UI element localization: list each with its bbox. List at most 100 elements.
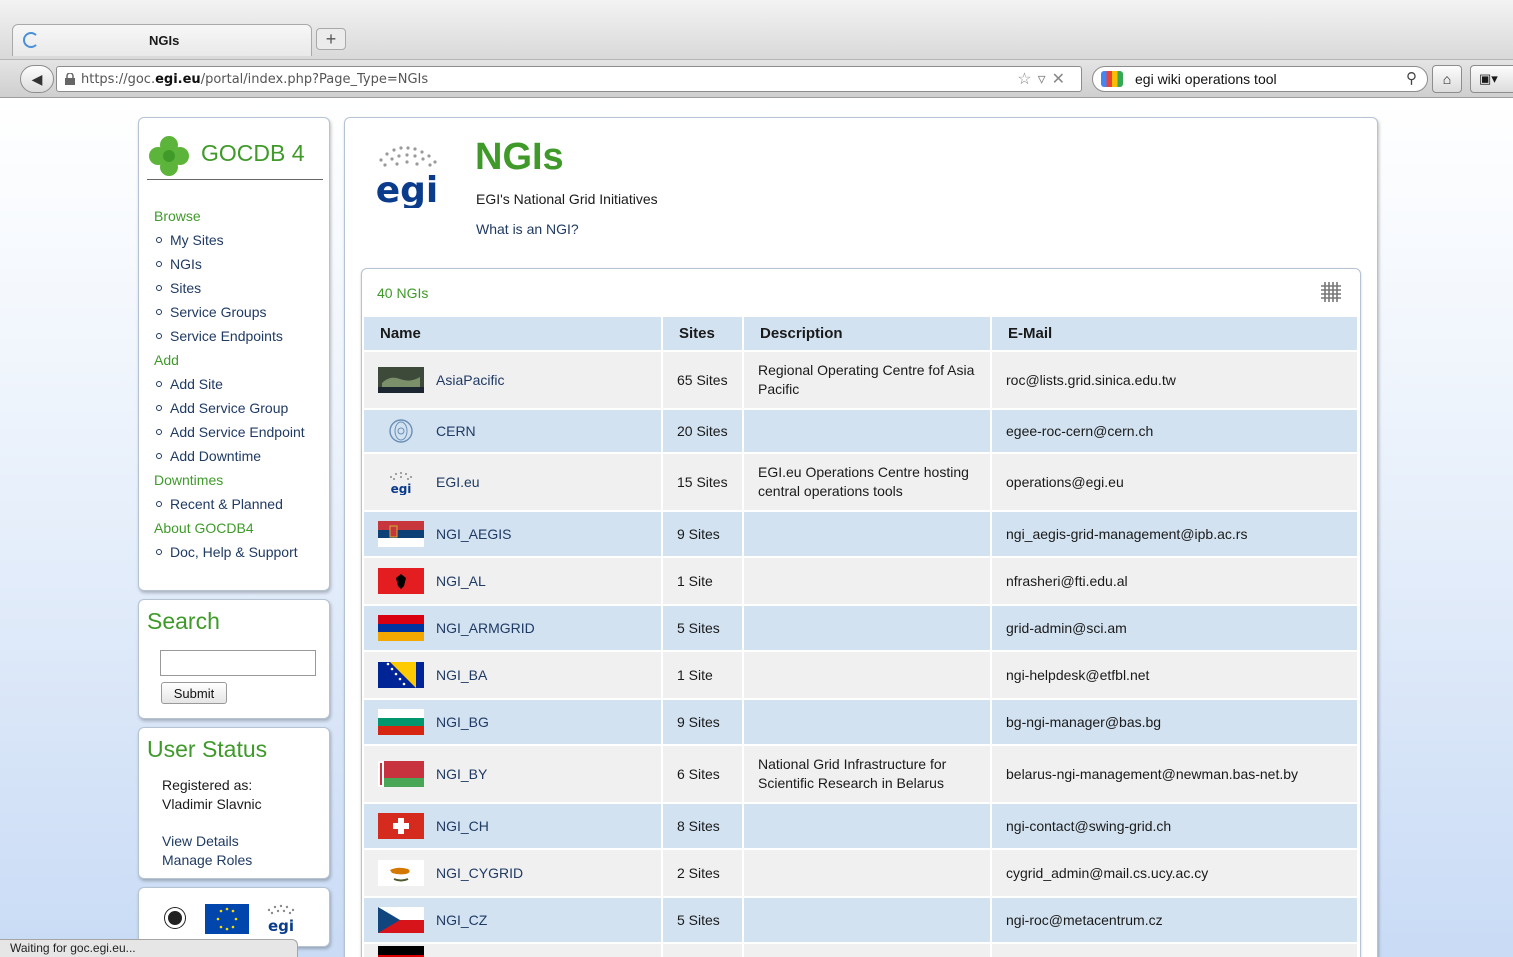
grid-view-icon[interactable] (1320, 281, 1342, 303)
egi-small-logo-icon: egi (267, 904, 295, 935)
lock-icon (65, 73, 75, 85)
search-panel: Search Submit (138, 599, 330, 719)
bullet-icon (156, 381, 162, 388)
registered-as: Registered as: Vladimir Slavnic (162, 776, 262, 814)
table-row: NGI_ARMGRID 5 Sites grid-admin@sci.am (364, 604, 1359, 651)
column-header-description[interactable]: Description (743, 317, 992, 351)
asiapacific-flag-icon (378, 367, 424, 393)
cell-name (364, 942, 663, 957)
belarus-flag-icon (378, 761, 424, 787)
column-header-email[interactable]: E-Mail (991, 317, 1359, 351)
manage-roles-link[interactable]: Manage Roles (162, 852, 252, 868)
cell-email: cygrid_admin@mail.cs.ucy.ac.cy (991, 848, 1359, 897)
cell-name: NGI_AL (364, 556, 663, 605)
cell-name: AsiaPacific (364, 350, 663, 409)
url-bar-actions[interactable]: ☆▿✕ (1017, 69, 1071, 89)
search-input[interactable] (160, 650, 316, 676)
url-bar[interactable]: https://goc.egi.eu/portal/index.php?Page… (56, 66, 1082, 92)
search-title: Search (147, 608, 220, 634)
ngi-name-link[interactable]: NGI_CYGRID (436, 865, 523, 881)
bookmarks-button[interactable]: ▣▾ (1470, 65, 1513, 93)
menu-item-ngis[interactable]: NGIs (154, 252, 326, 276)
bullet-icon (156, 501, 162, 508)
bullet-icon (156, 333, 162, 340)
star-icon[interactable]: ☆ (1017, 71, 1037, 88)
cell-email: ngi_aegis-grid-management@ipb.ac.rs (991, 510, 1359, 557)
cell-email: ngi-contact@swing-grid.ch (991, 802, 1359, 849)
table-row: NGI_BY 6 Sites National Grid Infrastructur… (364, 744, 1359, 803)
cell-sites: 1 Site (662, 556, 744, 605)
column-header-sites[interactable]: Sites (662, 317, 744, 351)
user-status-panel: User Status Registered as: Vladimir Slav… (138, 727, 330, 879)
new-tab-button[interactable]: + (316, 28, 346, 50)
cell-name: NGI_CZ (364, 896, 663, 943)
cell-name: NGI_CYGRID (364, 848, 663, 897)
ngi-name-link[interactable]: CERN (436, 423, 476, 439)
menu-item-recent-planned[interactable]: Recent & Planned (154, 492, 326, 516)
ngi-name-link[interactable]: NGI_BA (436, 667, 487, 683)
bosnia-flag-icon (378, 662, 424, 688)
cell-email: grid-admin@sci.am (991, 604, 1359, 651)
cell-name: egi EGI.eu (364, 452, 663, 511)
ngi-name-link[interactable]: NGI_ARMGRID (436, 620, 535, 636)
table-body: AsiaPacific 65 Sites Regional Operating Ce… (364, 350, 1359, 957)
menu-heading-add: Add (154, 352, 179, 368)
germany-flag-icon (378, 945, 424, 957)
cell-name: NGI_BY (364, 744, 663, 803)
menu-item-sites[interactable]: Sites (154, 276, 326, 300)
dropdown-icon[interactable]: ▿ (1038, 71, 1052, 88)
submit-button[interactable]: Submit (161, 682, 227, 704)
view-details-link[interactable]: View Details (162, 833, 239, 849)
cell-sites: 15 Sites (662, 452, 744, 511)
egi-logo-icon: egi (390, 472, 412, 495)
loading-spinner-icon (23, 32, 39, 48)
table-row: CERN 20 Sites egee-roc-cern@cern.ch (364, 408, 1359, 453)
browser-search-text: egi wiki operations tool (1135, 71, 1277, 87)
ngi-name-link[interactable]: AsiaPacific (436, 372, 504, 388)
ngi-table-panel: 40 NGIs Name Sites Description E-Mail As… (361, 268, 1361, 957)
page-background: GOCDB 4 Browse My Sites NGIs Sites Servi… (0, 99, 1513, 957)
menu-item-add-downtime[interactable]: Add Downtime (154, 444, 326, 468)
menu-item-service-groups[interactable]: Service Groups (154, 300, 326, 324)
ngi-name-link[interactable]: NGI_AEGIS (436, 526, 511, 542)
ngi-table: Name Sites Description E-Mail AsiaPacifi… (364, 317, 1359, 957)
cell-email: operations@egi.eu (991, 452, 1359, 511)
active-tab[interactable]: NGIs (12, 24, 312, 56)
cell-sites: 6 Sites (662, 744, 744, 803)
ngi-name-link[interactable]: EGI.eu (436, 474, 480, 490)
ngi-name-link[interactable]: NGI_BY (436, 766, 487, 782)
cell-description (743, 408, 992, 453)
what-is-ngi-link[interactable]: What is an NGI? (476, 221, 579, 237)
column-header-name[interactable]: Name (364, 317, 663, 351)
magnifier-icon[interactable]: ⚲ (1406, 69, 1417, 87)
stop-icon[interactable]: ✕ (1052, 71, 1071, 88)
cell-email: ngi-helpdesk@etfbl.net (991, 650, 1359, 699)
google-search-icon[interactable] (1101, 71, 1123, 87)
menu-item-add-site[interactable]: Add Site (154, 372, 326, 396)
menu-item-add-service-group[interactable]: Add Service Group (154, 396, 326, 420)
ngi-name-link[interactable]: NGI_CH (436, 818, 489, 834)
ngi-name-link[interactable]: NGI_CZ (436, 912, 487, 928)
ngi-name-link[interactable]: NGI_BG (436, 714, 489, 730)
menu-item-my-sites[interactable]: My Sites (154, 228, 326, 252)
cell-email (991, 942, 1359, 957)
cell-description (743, 896, 992, 943)
gocdb-logo[interactable]: GOCDB 4 (147, 132, 323, 180)
czech-flag-icon (378, 907, 424, 933)
bullet-icon (156, 429, 162, 436)
menu-item-doc-help-support[interactable]: Doc, Help & Support (154, 540, 326, 564)
bullet-icon (156, 549, 162, 556)
home-button[interactable]: ⌂ (1432, 65, 1462, 93)
browser-status-bar: Waiting for goc.egi.eu... (0, 939, 298, 957)
cell-description: National Grid Infrastructure for Scienti… (743, 744, 992, 803)
ngi-name-link[interactable]: NGI_AL (436, 573, 486, 589)
tab-bar: NGIs + (0, 0, 1513, 60)
menu-item-service-endpoints[interactable]: Service Endpoints (154, 324, 326, 348)
cell-name: NGI_ARMGRID (364, 604, 663, 651)
url-text: https://goc.egi.eu/portal/index.php?Page… (81, 72, 429, 87)
browser-search-bar[interactable]: egi wiki operations tool ⚲ (1092, 66, 1428, 92)
cell-sites: 5 Sites (662, 896, 744, 943)
menu-item-add-service-endpoint[interactable]: Add Service Endpoint (154, 420, 326, 444)
menu-heading-downtimes: Downtimes (154, 472, 224, 488)
back-button[interactable]: ◀ (20, 65, 54, 93)
